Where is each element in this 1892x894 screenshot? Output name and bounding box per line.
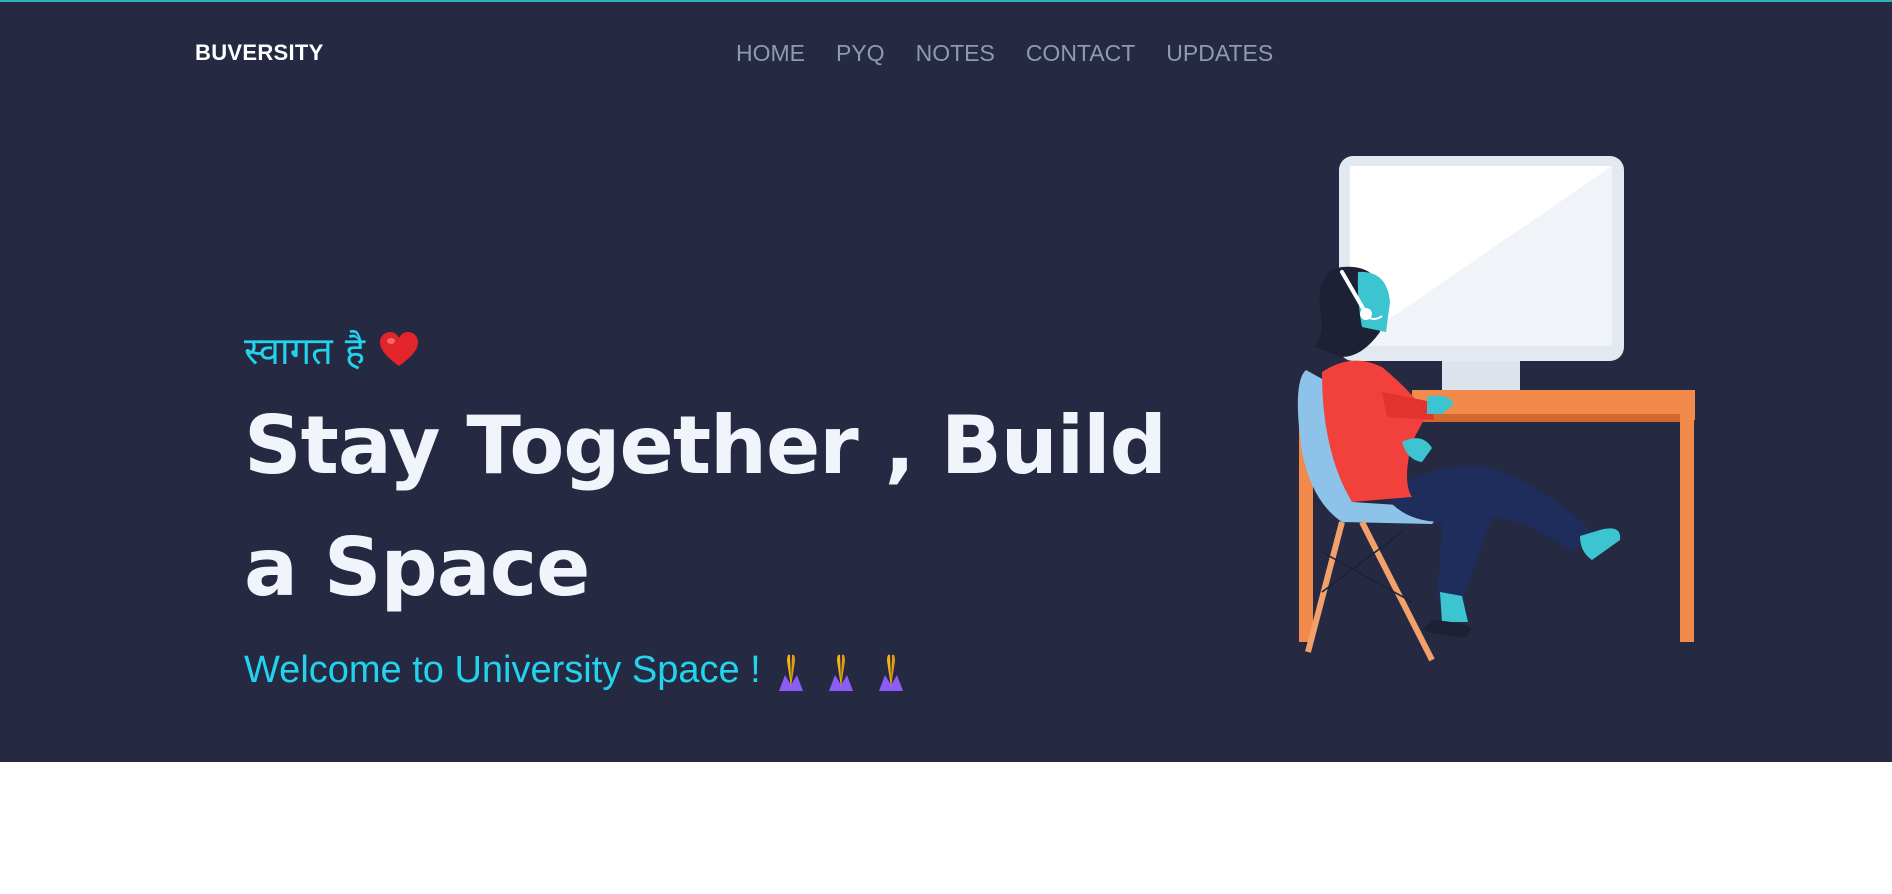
pray-icons [775,651,907,691]
subtitle-text: Welcome to University Space ! [244,649,761,691]
nav-item-home[interactable]: HOME [736,40,805,67]
person-at-computer-illustration [1297,156,1695,662]
nav-item-notes[interactable]: NOTES [916,40,995,67]
folded-hands-icon [828,654,853,691]
nav-item-updates[interactable]: UPDATES [1166,40,1273,67]
site-logo[interactable]: BUVERSITY [195,40,324,66]
hero-section: BUVERSITY HOME PYQ NOTES CONTACT UPDATES… [0,0,1892,762]
folded-hands-icon [778,654,803,691]
heart-icon [379,332,419,368]
hero-subtitle: Welcome to University Space ! [244,649,907,692]
hero-greeting: स्वागत है [244,324,419,376]
nav-item-contact[interactable]: CONTACT [1026,40,1135,67]
nav-item-pyq[interactable]: PYQ [836,40,885,67]
hero-headline: Stay Together , Build a Space [244,385,1204,629]
headline-line-1: Stay Together , Build [244,399,1167,492]
main-nav: HOME PYQ NOTES CONTACT UPDATES [736,40,1273,67]
folded-hands-icon [878,654,903,691]
page-below-hero [0,762,1892,894]
headline-line-2: a Space [244,521,590,614]
greeting-text: स्वागत है [244,329,366,373]
